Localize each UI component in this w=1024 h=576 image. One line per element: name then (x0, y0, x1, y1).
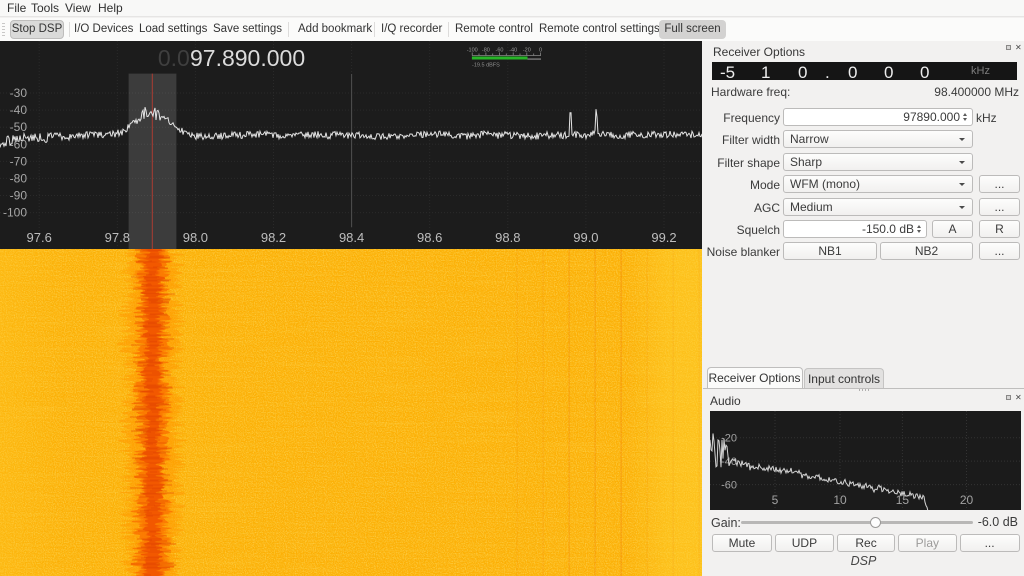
svg-text:-40: -40 (10, 103, 28, 117)
svg-text:98.8: 98.8 (495, 230, 520, 245)
svg-text:-60: -60 (721, 480, 737, 492)
svg-text:5: 5 (772, 493, 779, 507)
svg-text:-90: -90 (10, 189, 28, 203)
svg-text:-60: -60 (10, 137, 28, 151)
svg-text:-19.5 dBFS: -19.5 dBFS (472, 63, 500, 69)
svg-text:97.8: 97.8 (105, 230, 130, 245)
svg-text:-50: -50 (10, 120, 28, 134)
svg-text:10: 10 (833, 493, 847, 507)
svg-text:97.890.000: 97.890.000 (190, 45, 305, 71)
svg-text:97.6: 97.6 (27, 230, 52, 245)
svg-text:-30: -30 (10, 86, 28, 100)
svg-text:-80: -80 (10, 171, 28, 185)
svg-text:99.2: 99.2 (651, 230, 676, 245)
svg-text:-100: -100 (3, 206, 27, 220)
svg-text:-70: -70 (10, 154, 28, 168)
svg-text:99.0: 99.0 (573, 230, 598, 245)
svg-text:20: 20 (960, 493, 974, 507)
svg-text:98.6: 98.6 (417, 230, 442, 245)
svg-text:98.4: 98.4 (339, 230, 364, 245)
svg-text:98.0: 98.0 (183, 230, 208, 245)
svg-text:98.2: 98.2 (261, 230, 286, 245)
svg-text:0.0: 0.0 (158, 45, 190, 71)
